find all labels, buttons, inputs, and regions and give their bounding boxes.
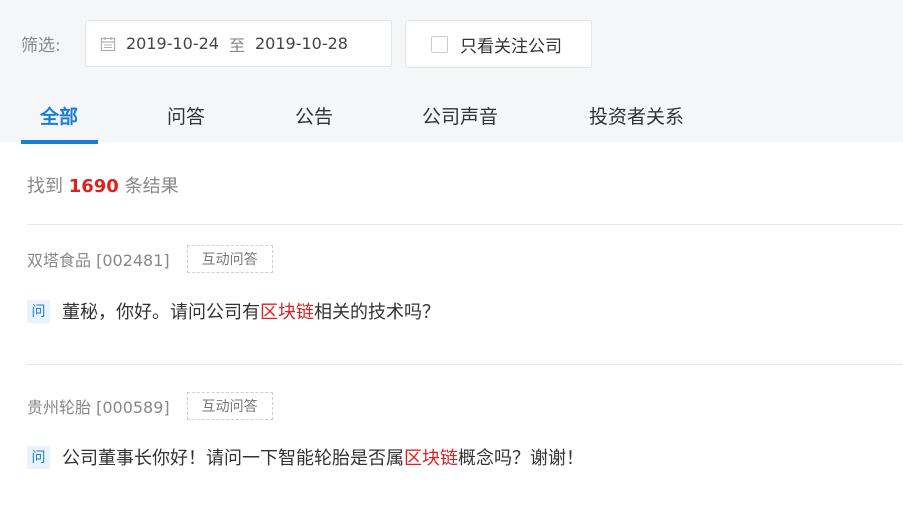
question-text-after: 相关的技术吗？ [314, 302, 440, 323]
tab-announcements[interactable]: 公告 [295, 102, 333, 129]
result-count-number: 1690 [68, 176, 119, 197]
question-badge: 问 [27, 299, 50, 323]
type-tag: 互动问答 [186, 392, 273, 420]
question-badge: 问 [27, 445, 50, 469]
question-text-before: 董秘，你好。请问公司有 [62, 302, 260, 323]
keyword-highlight: 区块链 [260, 302, 314, 323]
result-item-header: 贵州轮胎 [000589] 互动问答 [27, 392, 273, 420]
result-item-header: 双塔食品 [002481] 互动问答 [27, 245, 273, 273]
question-line[interactable]: 问 董秘，你好。请问公司有 区块链 相关的技术吗？ [27, 298, 440, 324]
question-text-before: 公司董事长你好！请问一下智能轮胎是否属 [62, 448, 404, 469]
date-from[interactable]: 2019-10-24 [126, 34, 219, 53]
tab-qa[interactable]: 问答 [167, 102, 205, 129]
tab-all[interactable]: 全部 [40, 102, 78, 129]
active-tab-indicator [21, 140, 98, 144]
follow-only-label: 只看关注公司 [460, 36, 562, 57]
company-name[interactable]: 双塔食品 [002481] [27, 247, 170, 271]
company-name[interactable]: 贵州轮胎 [000589] [27, 394, 170, 418]
date-separator: 至 [228, 35, 245, 55]
filter-bar: 筛选: 2019-10-24 至 2019-10-28 只看关注公司 全部 问答… [0, 0, 903, 144]
calendar-icon [100, 36, 116, 51]
follow-only-toggle[interactable]: 只看关注公司 [405, 20, 592, 68]
divider [27, 224, 903, 225]
divider [27, 364, 903, 365]
result-count-suffix: 条结果 [124, 176, 179, 197]
question-text-after: 概念吗？谢谢！ [458, 448, 584, 469]
filter-label: 筛选: [21, 36, 61, 56]
keyword-highlight: 区块链 [404, 448, 458, 469]
result-count-prefix: 找到 [27, 176, 63, 197]
date-to[interactable]: 2019-10-28 [255, 34, 348, 53]
date-range-picker[interactable]: 2019-10-24 至 2019-10-28 [85, 20, 392, 67]
tab-investor-relations[interactable]: 投资者关系 [589, 102, 684, 129]
type-tag: 互动问答 [186, 245, 273, 273]
question-line[interactable]: 问 公司董事长你好！请问一下智能轮胎是否属 区块链 概念吗？谢谢！ [27, 444, 584, 470]
tab-company-voice[interactable]: 公司声音 [422, 102, 498, 129]
result-count: 找到 1690 条结果 [27, 172, 179, 198]
category-tabs: 全部 问答 公告 公司声音 投资者关系 [0, 88, 903, 144]
follow-only-checkbox[interactable] [431, 35, 448, 53]
